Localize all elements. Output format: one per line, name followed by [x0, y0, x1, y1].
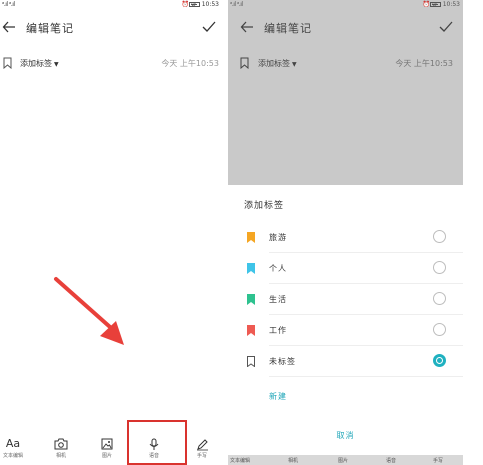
radio-button[interactable] — [433, 261, 446, 274]
tag-flag-icon — [247, 325, 255, 336]
tag-option-untagged[interactable]: 未标签 — [228, 346, 463, 377]
radio-button-selected[interactable] — [433, 354, 446, 367]
tag-row[interactable]: 添加标签 ▼ 今天 上午10:53 — [228, 55, 463, 75]
tool-label: 文本编辑 — [2, 453, 23, 459]
signal-icon: ᵃ.ıl ᵃ.ıl — [2, 1, 15, 8]
sheet-title: 添加标签 — [244, 201, 285, 211]
add-tag-label: 添加标签 — [258, 59, 290, 68]
text-icon: Aa — [5, 437, 21, 450]
radio-button[interactable] — [433, 323, 446, 336]
image-button[interactable]: 图片 — [89, 432, 125, 465]
tool-label[interactable]: 相机 — [288, 457, 298, 464]
cancel-button[interactable]: 取消 — [228, 430, 463, 441]
tag-name: 个人 — [269, 264, 287, 273]
tag-flag-icon — [247, 294, 255, 305]
tag-option-life[interactable]: 生活 — [228, 284, 463, 315]
tag-picker-screen: ᵃ.ıl ᵃ.ıl ⏰ ⊘ 10:53 编辑笔记 添加标签 ▼ 今天 上午10:5… — [228, 0, 463, 465]
radio-button[interactable] — [433, 230, 446, 243]
page-title: 编辑笔记 — [264, 22, 312, 35]
radio-button[interactable] — [433, 292, 446, 305]
tool-label[interactable]: 语音 — [386, 457, 396, 464]
handwriting-button[interactable]: 手写 — [184, 432, 220, 465]
bookmark-outline-icon — [247, 356, 255, 367]
clock-text: 10:53 — [201, 1, 219, 8]
confirm-check-icon[interactable] — [202, 20, 216, 34]
caret-down-icon: ▼ — [292, 61, 297, 68]
tool-label: 图片 — [101, 453, 112, 459]
tool-label: 相机 — [55, 453, 66, 459]
dimmed-background[interactable]: ᵃ.ıl ᵃ.ıl ⏰ ⊘ 10:53 编辑笔记 添加标签 ▼ 今天 上午10:5… — [228, 0, 463, 185]
status-bar: ᵃ.ıl ᵃ.ıl ⏰ ⊘ 10:53 — [0, 0, 222, 10]
back-arrow-icon[interactable] — [2, 20, 16, 34]
status-time: 10:53 — [187, 0, 219, 10]
page-edge — [463, 0, 483, 465]
battery-icon — [188, 2, 200, 7]
new-tag-button[interactable]: 新建 — [269, 391, 287, 402]
camera-icon — [43, 435, 79, 453]
page-title: 编辑笔记 — [26, 22, 74, 35]
pen-icon — [184, 435, 220, 453]
bottom-toolbar: Aa 文本编辑 相机 图片 语音 手写 — [0, 432, 222, 465]
note-editor-screen: ᵃ.ıl ᵃ.ıl ⏰ ⊘ 10:53 编辑笔记 添加标签 ▼ 今天 上午10:5… — [0, 0, 222, 465]
battery-icon — [429, 2, 441, 7]
camera-button[interactable]: 相机 — [43, 432, 79, 465]
signal-icon: ᵃ.ıl ᵃ.ıl — [230, 1, 243, 8]
tag-name: 旅游 — [269, 233, 287, 242]
bookmark-icon — [3, 57, 12, 69]
add-tag-dropdown[interactable]: 添加标签 ▼ — [258, 58, 297, 69]
note-timestamp: 今天 上午10:53 — [161, 59, 219, 68]
tag-option-work[interactable]: 工作 — [228, 315, 463, 346]
tag-name: 未标签 — [269, 357, 296, 366]
tag-picker-sheet: 添加标签 旅游 个人 生活 工作 未标签 新建 取消 — [228, 185, 463, 455]
note-timestamp: 今天 上午10:53 — [395, 59, 453, 68]
add-tag-dropdown[interactable]: 添加标签 ▼ — [20, 58, 59, 69]
clock-text: 10:53 — [442, 1, 460, 8]
red-arrow-annotation — [54, 277, 124, 345]
tag-option-personal[interactable]: 个人 — [228, 253, 463, 284]
tag-flag-icon — [247, 232, 255, 243]
bookmark-icon — [240, 57, 249, 69]
tag-row[interactable]: 添加标签 ▼ 今天 上午10:53 — [0, 55, 222, 75]
tag-name: 工作 — [269, 326, 287, 335]
tag-flag-icon — [247, 263, 255, 274]
back-arrow-icon[interactable] — [240, 20, 254, 34]
tool-label[interactable]: 手写 — [433, 457, 443, 464]
voice-highlight-box — [127, 420, 187, 465]
caret-down-icon: ▼ — [54, 61, 59, 68]
tag-name: 生活 — [269, 295, 287, 304]
bottom-toolbar-dimmed: 文本编辑 相机 图片 语音 手写 — [228, 455, 463, 465]
tag-option-travel[interactable]: 旅游 — [228, 222, 463, 253]
tool-label[interactable]: 图片 — [338, 457, 348, 464]
top-bar: 编辑笔记 — [0, 10, 222, 48]
row-divider — [269, 376, 463, 377]
status-time: 10:53 — [428, 0, 460, 10]
top-bar: 编辑笔记 — [228, 10, 463, 48]
status-bar: ᵃ.ıl ᵃ.ıl ⏰ ⊘ 10:53 — [228, 0, 463, 10]
text-edit-button[interactable]: Aa 文本编辑 — [0, 432, 31, 465]
add-tag-label: 添加标签 — [20, 59, 52, 68]
confirm-check-icon[interactable] — [439, 20, 453, 34]
tool-label: 手写 — [196, 453, 207, 459]
image-icon — [89, 435, 125, 453]
tool-label[interactable]: 文本编辑 — [230, 457, 250, 464]
